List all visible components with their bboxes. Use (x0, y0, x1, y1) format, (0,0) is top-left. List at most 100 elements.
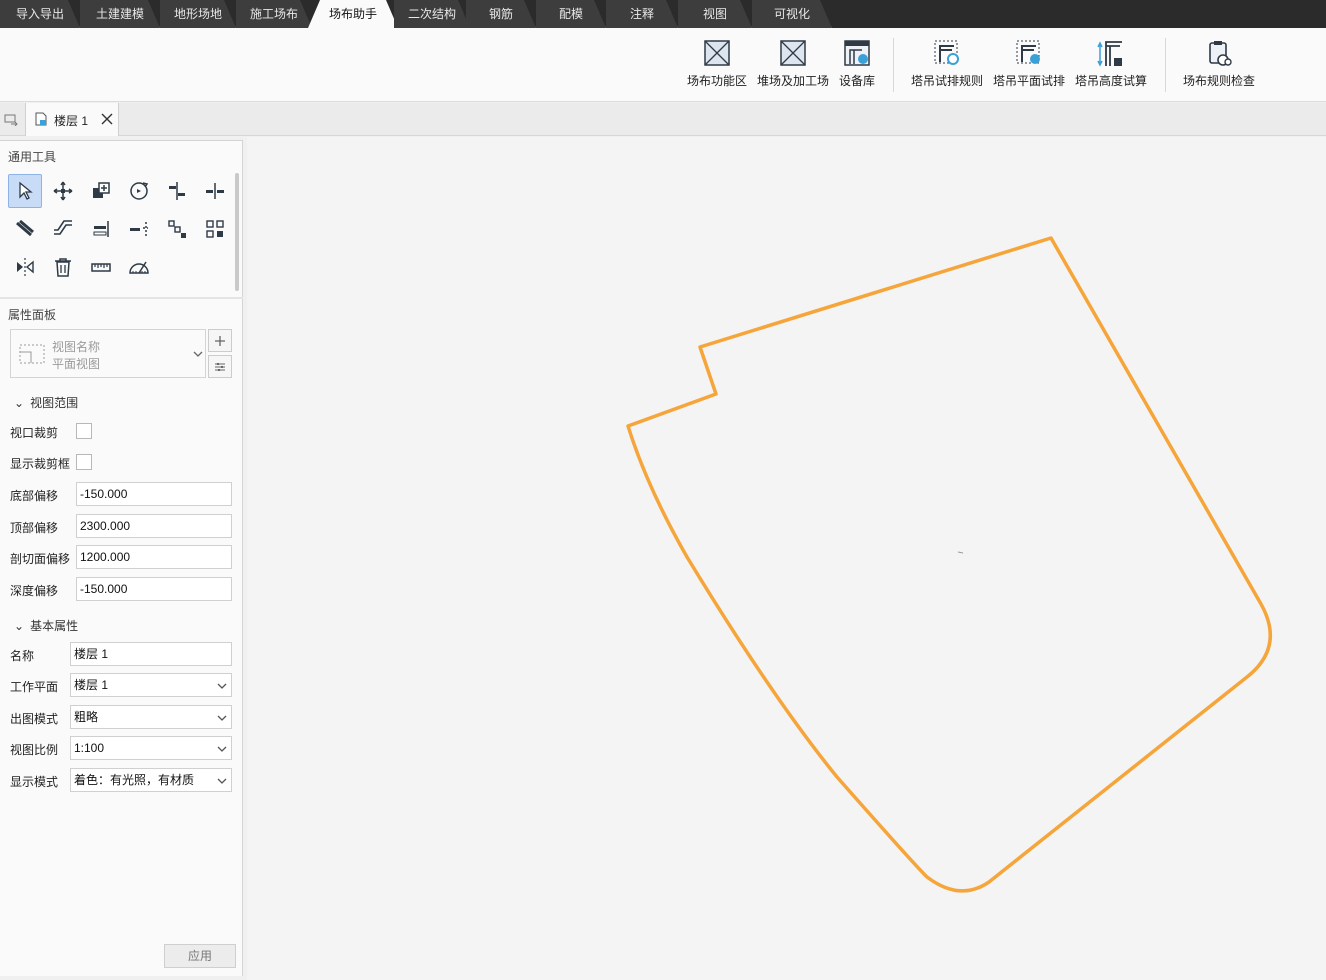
top-offset-input[interactable]: 2300.000 (76, 514, 232, 538)
floor-plan-icon (19, 344, 45, 364)
rotate-tool[interactable] (122, 174, 156, 208)
measure-tool[interactable] (84, 250, 118, 284)
split-icon (206, 183, 224, 199)
ribbon-separator (1165, 38, 1166, 92)
name-input[interactable]: 楼层 1 (70, 642, 232, 666)
offset-tool[interactable] (8, 212, 42, 246)
tools-scrollbar[interactable] (235, 173, 239, 291)
tab-construction-layout[interactable]: 施工场布 (236, 0, 312, 28)
view-scale-select[interactable]: 1:100 (70, 736, 232, 760)
crane-height-button[interactable]: 塔吊高度试算 (1074, 38, 1148, 98)
tab-view[interactable]: 视图 (678, 0, 752, 28)
close-icon[interactable] (101, 113, 113, 125)
tab-rebar[interactable]: 钢筋 (466, 0, 536, 28)
measure-icon (91, 263, 111, 272)
apply-button[interactable]: 应用 (164, 944, 236, 968)
workplane-select[interactable]: 楼层 1 (70, 673, 232, 697)
display-mode-label: 显示模式 (10, 775, 59, 789)
array-icon (168, 220, 186, 238)
drawing-canvas[interactable] (247, 137, 1326, 980)
trim-tool[interactable] (46, 212, 80, 246)
trim-icon (54, 220, 72, 235)
bottom-offset-input[interactable]: -150.000 (76, 482, 232, 506)
equipment-library-button[interactable]: 设备库 (836, 38, 878, 98)
align-icon (169, 182, 185, 200)
view-scale-label: 视图比例 (10, 743, 59, 757)
delete-tool[interactable] (46, 250, 80, 284)
tab-secondary-structure[interactable]: 二次结构 (394, 0, 470, 28)
tab-visualization[interactable]: 可视化 (752, 0, 832, 28)
origin-marker (957, 551, 964, 554)
mirror-icon (17, 258, 34, 276)
crane-plan-icon (1016, 40, 1040, 64)
delete-icon (55, 258, 71, 277)
crane-rule-button[interactable]: 塔吊试排规则 (910, 38, 984, 98)
copy-tool[interactable] (84, 174, 118, 208)
tab-layout-assistant[interactable]: 场布助手 (308, 0, 398, 28)
yard-processing-button[interactable]: 堆场及加工场 (756, 38, 830, 98)
cut-offset-label: 剖切面偏移 (10, 552, 71, 566)
tab-terrain-site[interactable]: 地形场地 (160, 0, 236, 28)
left-panel: 通用工具 属性面板 视图名称 平面视图 ⌄ 视图范围 视口裁剪 显示裁剪框 底部… (0, 140, 243, 976)
select-icon (19, 181, 33, 200)
depth-offset-label: 深度偏移 (10, 584, 59, 598)
array-tool[interactable] (160, 212, 194, 246)
ribbon-panel: 场布功能区 堆场及加工场 设备库 塔吊试排规则 塔吊平面试排 塔吊高度试算 场布… (0, 28, 1326, 102)
move-icon (53, 181, 73, 201)
yard-icon (780, 40, 806, 66)
add-view-button[interactable] (208, 329, 232, 352)
bottom-offset-label: 底部偏移 (10, 489, 59, 503)
tab-import-export[interactable]: 导入导出 (0, 0, 80, 28)
tab-annotation[interactable]: 注释 (606, 0, 678, 28)
site-outline-drawing[interactable] (247, 137, 1326, 980)
move-tool[interactable] (46, 174, 80, 208)
crane-plan-button[interactable]: 塔吊平面试排 (992, 38, 1066, 98)
tab-civil-modeling[interactable]: 土建建模 (80, 0, 160, 28)
depth-offset-input[interactable]: -150.000 (76, 577, 232, 601)
function-zone-icon (704, 40, 730, 66)
chevron-down-icon: ⌄ (14, 619, 25, 633)
copy-icon (93, 182, 110, 198)
chevron-down-icon (217, 746, 227, 752)
offset-icon (16, 219, 34, 237)
function-zone-button[interactable]: 场布功能区 (686, 38, 748, 98)
angle-measure-tool[interactable] (122, 250, 156, 284)
select-tool[interactable] (8, 174, 42, 208)
crane-height-icon (1097, 41, 1122, 67)
split-tool[interactable] (198, 174, 232, 208)
rule-check-button[interactable]: 场布规则检查 (1182, 38, 1256, 98)
mirror-tool[interactable] (8, 250, 42, 284)
show-crop-frame-label: 显示裁剪框 (10, 457, 71, 471)
group-tool[interactable] (198, 212, 232, 246)
name-label: 名称 (10, 649, 35, 663)
viewport-crop-checkbox[interactable] (76, 423, 92, 439)
document-tab[interactable]: 楼层 1 (25, 103, 119, 136)
view-settings-button[interactable] (208, 355, 232, 378)
settings-sliders-icon (215, 362, 225, 371)
properties-title: 属性面板 (8, 308, 57, 322)
show-crop-frame-checkbox[interactable] (76, 454, 92, 470)
tab-formwork[interactable]: 配模 (536, 0, 606, 28)
break-tool[interactable] (122, 212, 156, 246)
cut-offset-input[interactable]: 1200.000 (76, 545, 232, 569)
output-mode-select[interactable]: 粗略 (70, 705, 232, 729)
view-range-group[interactable]: ⌄ 视图范围 (14, 394, 78, 411)
rotate-icon (130, 182, 149, 200)
rule-check-icon (1209, 41, 1232, 66)
break-icon (130, 222, 148, 236)
display-mode-select[interactable]: 着色：有光照，有材质 (70, 768, 232, 792)
plus-icon (215, 335, 225, 346)
basic-properties-group[interactable]: ⌄ 基本属性 (14, 617, 78, 634)
view-name-label: 视图名称 (52, 340, 101, 354)
align-tool[interactable] (160, 174, 194, 208)
ribbon-separator (893, 38, 894, 92)
view-type-selector[interactable]: 视图名称 平面视图 (10, 329, 206, 378)
restore-panel-icon[interactable] (4, 114, 18, 126)
group-icon (206, 220, 224, 238)
extend-tool[interactable] (84, 212, 118, 246)
viewport-crop-label: 视口裁剪 (10, 426, 59, 440)
angle-measure-icon (129, 261, 149, 274)
site-boundary-outline[interactable] (626, 236, 1273, 893)
workplane-label: 工作平面 (10, 680, 59, 694)
floor-view-icon (35, 112, 47, 126)
